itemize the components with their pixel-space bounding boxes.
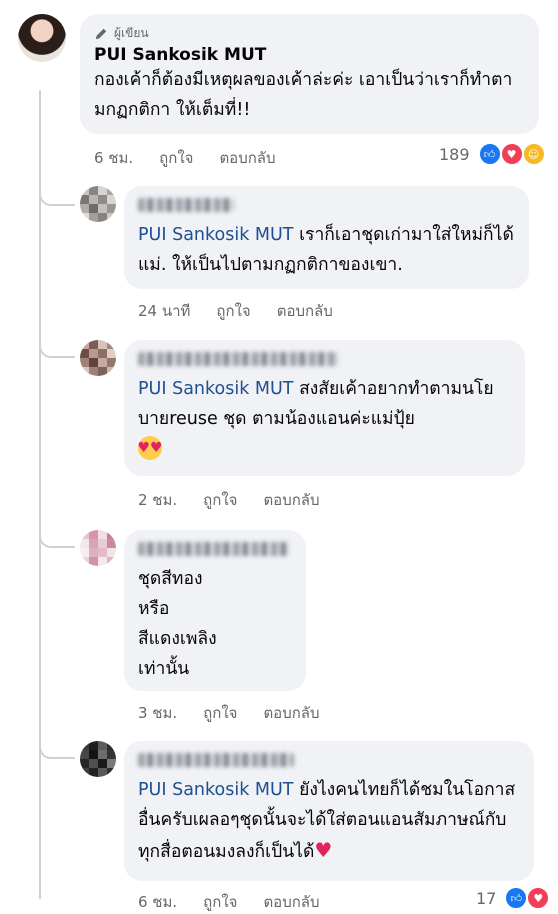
reply-line: หรือ <box>138 599 170 619</box>
reply-button[interactable]: ตอบกลับ <box>219 146 275 170</box>
reply-text: PUI Sankosik MUT เราก็เอาชุดเก่ามาใส่ใหม… <box>138 220 515 280</box>
reply-bubble: ชุดสีทอง หรือ สีแดงเพลิง เท่านั้น <box>124 530 306 691</box>
pen-icon <box>95 28 107 39</box>
thread-line <box>39 90 41 899</box>
thread-branch <box>39 190 75 206</box>
reply-line: เท่านั้น <box>138 659 190 679</box>
reply-button[interactable]: ตอบกลับ <box>263 890 319 914</box>
main-comment-bubble: ผู้เขียน PUI Sankosik MUT กองเค้าก็ต้องม… <box>80 14 539 134</box>
reply-actions: 2 ชม. ถูกใจ ตอบกลับ <box>138 488 320 512</box>
comment-time[interactable]: 2 ชม. <box>138 488 177 512</box>
reply-avatar[interactable] <box>80 741 116 777</box>
like-button[interactable]: ถูกใจ <box>203 701 237 725</box>
care-icon: ☺ <box>521 142 546 166</box>
like-button[interactable]: ถูกใจ <box>203 890 237 914</box>
like-button[interactable]: ถูกใจ <box>216 299 250 323</box>
main-comment-actions: 6 ชม. ถูกใจ ตอบกลับ <box>94 146 276 170</box>
reply-avatar[interactable] <box>80 530 116 566</box>
reply-avatar[interactable] <box>80 186 116 222</box>
thread-branch <box>39 743 75 759</box>
reply-line: ชุดสีทอง <box>138 569 203 589</box>
reply-text: PUI Sankosik MUT ยังไงคนไทยก็ได้ชมในโอกา… <box>138 775 520 867</box>
reaction-summary[interactable]: 189 👍︎ ♥ ☺ <box>439 142 546 166</box>
reply-actions: 6 ชม. ถูกใจ ตอบกลับ <box>138 890 320 914</box>
thread-branch <box>39 342 75 358</box>
redacted-author-name <box>138 352 338 366</box>
like-icon: 👍︎ <box>504 886 529 910</box>
reply-button[interactable]: ตอบกลับ <box>277 299 333 323</box>
reply-text: PUI Sankosik MUT สงสัยเค้าอยากทำตามนโยบา… <box>138 374 511 434</box>
comment-time[interactable]: 6 ชม. <box>138 890 177 914</box>
like-button[interactable]: ถูกใจ <box>203 488 237 512</box>
author-mention[interactable]: PUI Sankosik MUT <box>138 379 294 399</box>
reply-bubble: PUI Sankosik MUT ยังไงคนไทยก็ได้ชมในโอกา… <box>124 741 534 881</box>
reply-line: สีแดงเพลิง <box>138 629 217 649</box>
author-mention[interactable]: PUI Sankosik MUT <box>138 225 294 245</box>
reply-bubble: PUI Sankosik MUT เราก็เอาชุดเก่ามาใส่ใหม… <box>124 186 529 289</box>
redacted-author-name <box>138 198 234 212</box>
author-badge: ผู้เขียน <box>94 24 525 43</box>
reply-avatar[interactable] <box>80 340 116 376</box>
reaction-count: 17 <box>476 888 497 908</box>
reply-actions: 24 นาที ถูกใจ ตอบกลับ <box>138 299 333 323</box>
redacted-author-name <box>138 753 294 767</box>
red-heart-emoji: ♥ <box>314 838 333 862</box>
reply-actions: 3 ชม. ถูกใจ ตอบกลับ <box>138 701 320 725</box>
redacted-author-name <box>138 542 290 556</box>
reply-bubble: PUI Sankosik MUT สงสัยเค้าอยากทำตามนโยบา… <box>124 340 525 476</box>
reply-button[interactable]: ตอบกลับ <box>263 488 319 512</box>
love-icon: ♥ <box>499 142 524 166</box>
like-icon: 👍︎ <box>477 142 502 166</box>
thread-branch <box>39 532 75 548</box>
comment-author-name[interactable]: PUI Sankosik MUT <box>94 45 525 65</box>
reply-button[interactable]: ตอบกลับ <box>263 701 319 725</box>
love-icon: ♥ <box>526 886 551 910</box>
comment-time[interactable]: 6 ชม. <box>94 146 133 170</box>
comment-text: กองเค้าก็ต้องมีเหตุผลของเค้าล่ะค่ะ เอาเป… <box>94 70 513 120</box>
author-avatar[interactable] <box>18 14 66 62</box>
heart-eyes-emoji: ♥♥ <box>137 436 163 460</box>
author-badge-label: ผู้เขียน <box>114 26 149 40</box>
like-button[interactable]: ถูกใจ <box>159 146 193 170</box>
author-mention[interactable]: PUI Sankosik MUT <box>138 780 294 800</box>
reaction-count: 189 <box>439 144 470 164</box>
reaction-summary[interactable]: 17 👍︎ ♥ <box>476 886 551 910</box>
comment-time[interactable]: 24 นาที <box>138 299 190 323</box>
comment-time[interactable]: 3 ชม. <box>138 701 177 725</box>
